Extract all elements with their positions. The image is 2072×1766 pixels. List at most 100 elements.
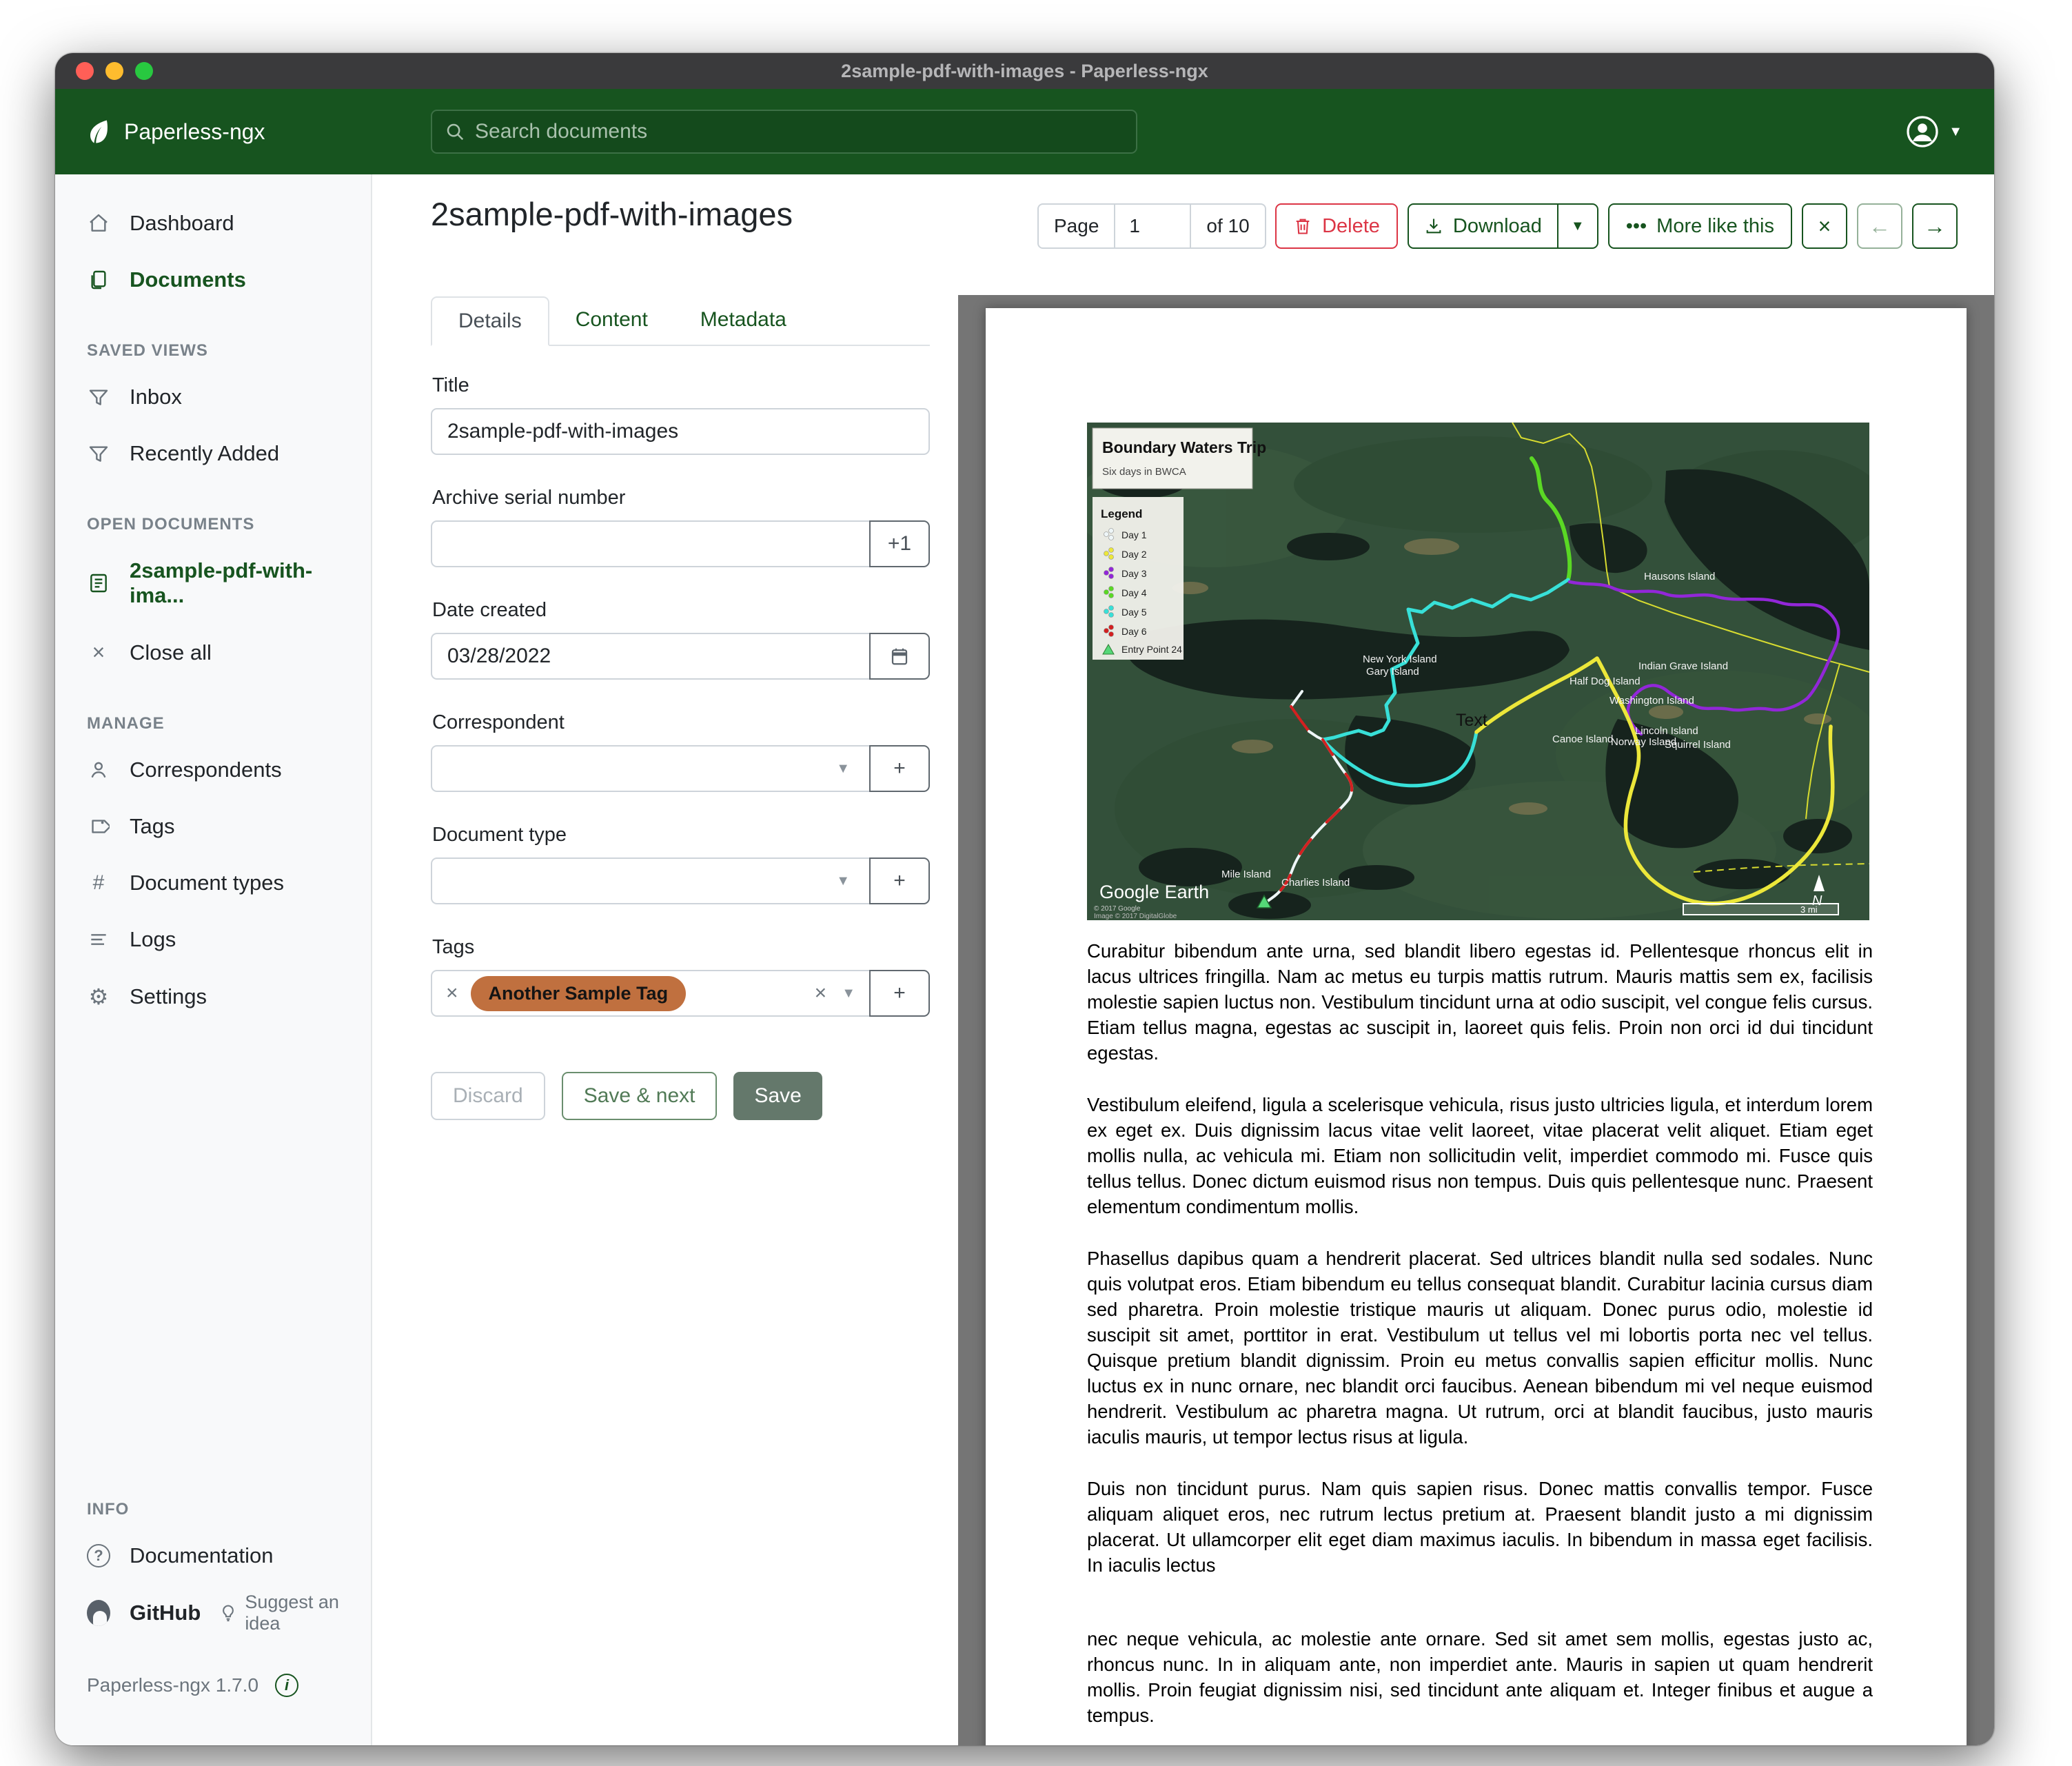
- svg-text:Day 4: Day 4: [1121, 587, 1147, 598]
- sidebar-item-dashboard[interactable]: Dashboard: [55, 195, 371, 252]
- add-document-type-button[interactable]: +: [869, 857, 930, 904]
- window-title: 2sample-pdf-with-images - Paperless-ngx: [55, 61, 1994, 82]
- sidebar-item-recently-added[interactable]: Recently Added: [55, 425, 371, 482]
- svg-text:Boundary Waters Trip: Boundary Waters Trip: [1102, 438, 1266, 456]
- svg-text:Six days in BWCA: Six days in BWCA: [1102, 466, 1186, 478]
- sidebar-item-documentation[interactable]: ? Documentation: [55, 1528, 371, 1584]
- ellipsis-icon: •••: [1626, 215, 1647, 238]
- map-title-box: Boundary Waters Trip Six days in BWCA: [1093, 428, 1266, 489]
- add-correspondent-button[interactable]: +: [869, 745, 930, 792]
- previous-document-button[interactable]: ←: [1857, 203, 1902, 249]
- user-menu[interactable]: ▼: [1906, 115, 1962, 148]
- svg-text:Gary Island: Gary Island: [1366, 666, 1419, 678]
- sidebar-item-label: Suggest an idea: [245, 1592, 371, 1634]
- page-number-input[interactable]: [1115, 205, 1191, 247]
- sidebar-heading-manage: MANAGE: [87, 714, 371, 733]
- brand[interactable]: Paperless-ngx: [83, 116, 265, 147]
- sidebar: Dashboard Documents SAVED VIEWS Inbox Re: [55, 174, 372, 1745]
- more-like-this-button[interactable]: ••• More like this: [1608, 203, 1792, 249]
- app-window: 2sample-pdf-with-images - Paperless-ngx …: [55, 53, 1994, 1745]
- sidebar-item-logs[interactable]: Logs: [55, 911, 371, 968]
- title-field[interactable]: [431, 408, 930, 455]
- tab-metadata[interactable]: Metadata: [674, 296, 813, 345]
- map-credit-1: © 2017 Google: [1094, 905, 1141, 913]
- clear-tags-icon[interactable]: ×: [815, 982, 827, 1005]
- sidebar-item-correspondents[interactable]: Correspondents: [55, 742, 371, 798]
- date-created-label: Date created: [432, 599, 930, 622]
- sidebar-item-close-all[interactable]: × Close all: [55, 624, 371, 681]
- sidebar-item-inbox[interactable]: Inbox: [55, 369, 371, 425]
- svg-text:Squirrel Island: Squirrel Island: [1665, 739, 1731, 751]
- sidebar-item-label: Inbox: [130, 385, 182, 409]
- save-next-button[interactable]: Save & next: [562, 1072, 718, 1120]
- map-credit-2: Image © 2017 DigitalGlobe: [1094, 913, 1177, 920]
- trash-icon: [1293, 216, 1312, 236]
- arrow-right-icon: →: [1924, 214, 1946, 239]
- map-text-annotation: Text: [1456, 711, 1487, 730]
- sidebar-item-label: GitHub: [130, 1601, 201, 1625]
- save-button[interactable]: Save: [733, 1072, 822, 1120]
- correspondent-select[interactable]: ▼: [431, 745, 869, 792]
- tab-details[interactable]: Details: [431, 296, 549, 346]
- sidebar-item-tags[interactable]: Tags: [55, 798, 371, 855]
- sidebar-item-label: Settings: [130, 984, 207, 1009]
- remove-tag-icon[interactable]: ×: [446, 982, 458, 1005]
- sidebar-item-documents[interactable]: Documents: [55, 252, 371, 308]
- calendar-button[interactable]: [869, 633, 930, 680]
- person-icon: [87, 759, 110, 781]
- sidebar-item-open-document[interactable]: 2sample-pdf-with-ima...: [55, 542, 371, 624]
- user-avatar-icon: [1906, 115, 1939, 148]
- search-input[interactable]: [475, 120, 1124, 143]
- detail-tabs: Details Content Metadata: [431, 296, 930, 346]
- chevron-down-icon: ▼: [836, 873, 850, 889]
- list-lines-icon: [87, 928, 110, 951]
- search-box[interactable]: [431, 110, 1137, 154]
- asn-field-label: Archive serial number: [432, 487, 930, 509]
- tab-content[interactable]: Content: [549, 296, 674, 345]
- svg-text:Legend: Legend: [1101, 507, 1142, 520]
- close-document-button[interactable]: ×: [1802, 203, 1847, 249]
- svg-text:Mile Island: Mile Island: [1221, 869, 1271, 880]
- svg-text:Day 2: Day 2: [1121, 549, 1147, 560]
- google-earth-watermark: Google Earth: [1099, 882, 1209, 902]
- sidebar-item-label: Correspondents: [130, 758, 282, 782]
- info-icon[interactable]: i: [275, 1674, 298, 1697]
- app-version: Paperless-ngx 1.7.0: [87, 1674, 258, 1696]
- delete-button[interactable]: Delete: [1275, 203, 1398, 249]
- page-total: of 10: [1191, 205, 1264, 247]
- pdf-preview-pane[interactable]: Hausons Island New York Island Gary Isla…: [958, 295, 1994, 1745]
- svg-text:Canoe Island: Canoe Island: [1552, 733, 1613, 745]
- date-created-field[interactable]: [431, 633, 869, 680]
- chevron-down-icon: ▼: [836, 761, 850, 777]
- document-type-select[interactable]: ▼: [431, 857, 869, 904]
- sidebar-item-label: Recently Added: [130, 441, 279, 466]
- discard-button[interactable]: Discard: [431, 1072, 545, 1120]
- search-icon: [445, 121, 465, 142]
- sidebar-item-settings[interactable]: ⚙ Settings: [55, 968, 371, 1026]
- asn-plus-one-button[interactable]: +1: [869, 520, 930, 567]
- sidebar-heading-saved-views: SAVED VIEWS: [87, 341, 371, 361]
- pdf-paragraph: Phasellus dapibus quam a hendrerit place…: [1087, 1246, 1873, 1450]
- document-toolbar: Delete Download ▼ ••• More like thi: [1275, 203, 1958, 249]
- funnel-icon: [87, 386, 110, 408]
- tag-pill[interactable]: Another Sample Tag: [471, 976, 687, 1011]
- svg-text:Half Dog Island: Half Dog Island: [1570, 676, 1641, 687]
- map-image: Hausons Island New York Island Gary Isla…: [1087, 423, 1869, 920]
- sidebar-info-section: INFO ? Documentation GitHub Suggest an i…: [55, 1500, 371, 1642]
- details-form: Title Archive serial number +1 Date crea…: [431, 374, 930, 1120]
- sidebar-item-document-types[interactable]: # Document types: [55, 855, 371, 911]
- add-tag-button[interactable]: +: [869, 970, 930, 1017]
- correspondent-label: Correspondent: [432, 711, 930, 734]
- paperless-leaf-icon: [83, 116, 113, 147]
- download-options-button[interactable]: ▼: [1557, 205, 1597, 247]
- sidebar-item-suggest-idea[interactable]: Suggest an idea: [219, 1592, 371, 1634]
- close-icon: ×: [87, 640, 110, 665]
- sidebar-item-label: Logs: [130, 927, 176, 952]
- download-button[interactable]: Download: [1409, 205, 1557, 247]
- next-document-button[interactable]: →: [1912, 203, 1958, 249]
- download-label: Download: [1453, 215, 1542, 238]
- tags-select[interactable]: × Another Sample Tag × ▼: [431, 970, 869, 1017]
- sidebar-item-github[interactable]: GitHub: [55, 1584, 201, 1642]
- asn-field[interactable]: [431, 520, 869, 567]
- main-content: 2sample-pdf-with-images Page of 10 Delet…: [372, 174, 1994, 1745]
